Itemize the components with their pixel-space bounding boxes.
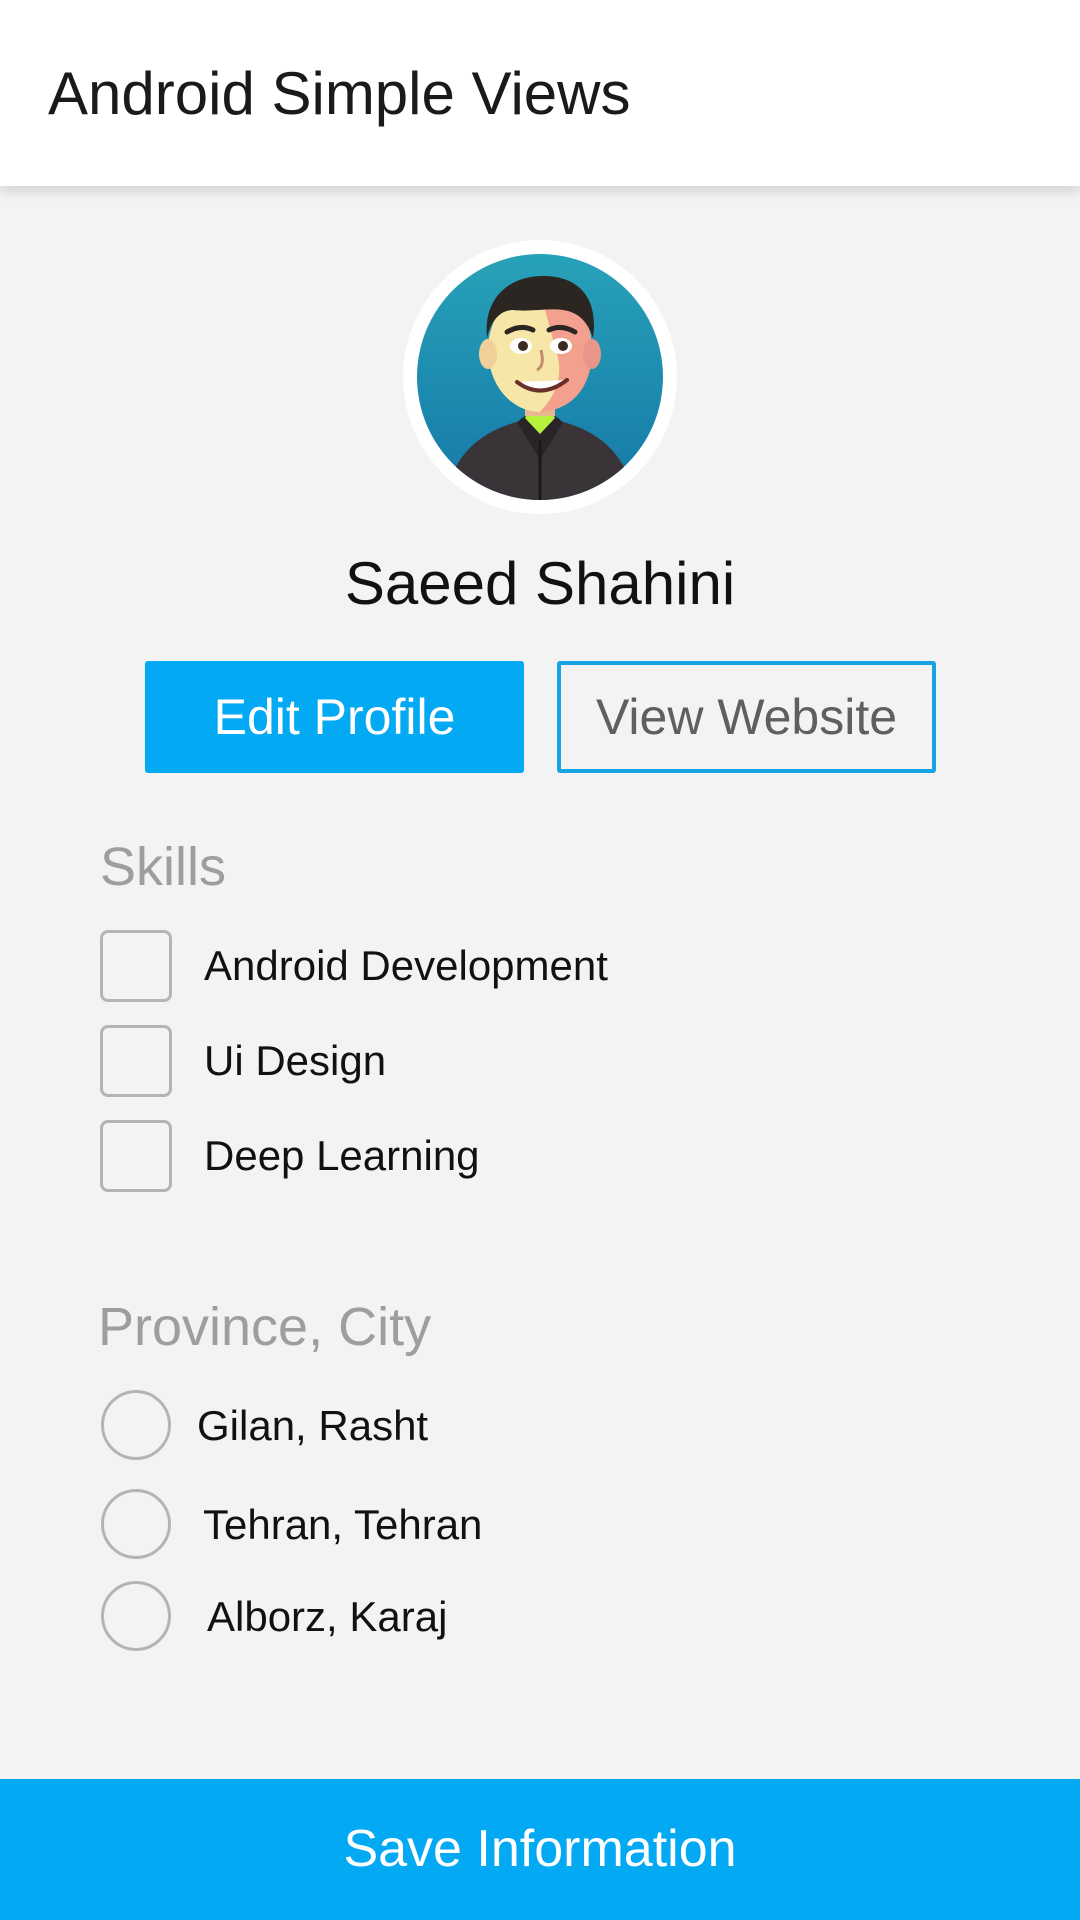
radio-button[interactable] [101, 1390, 171, 1460]
app-toolbar: Android Simple Views [0, 0, 1080, 186]
avatar [417, 254, 663, 500]
checkbox[interactable] [100, 1120, 172, 1192]
radio-button[interactable] [101, 1581, 171, 1651]
view-website-button[interactable]: View Website [557, 661, 936, 773]
location-radio-row[interactable]: Gilan, Rasht [101, 1390, 901, 1462]
radio-label: Alborz, Karaj [207, 1593, 448, 1640]
skill-checkbox-row[interactable]: Ui Design [100, 1025, 900, 1097]
province-section-title: Province, City [98, 1297, 432, 1357]
skill-checkbox-row[interactable]: Deep Learning [100, 1120, 900, 1192]
radio-button[interactable] [101, 1489, 171, 1559]
avatar-frame [403, 240, 677, 514]
checkbox[interactable] [100, 1025, 172, 1097]
radio-label: Gilan, Rasht [197, 1402, 429, 1449]
save-information-button[interactable]: Save Information [0, 1779, 1080, 1920]
cartoon-avatar-icon [417, 254, 663, 500]
skill-checkbox-row[interactable]: Android Development [100, 930, 900, 1002]
app-screen: Android Simple Views Saeed Shahini Edit … [0, 0, 1080, 1920]
skills-section-title: Skills [100, 837, 227, 897]
profile-name: Saeed Shahini [344, 550, 736, 617]
location-radio-row[interactable]: Alborz, Karaj [101, 1581, 901, 1653]
location-radio-row[interactable]: Tehran, Tehran [101, 1489, 901, 1561]
checkbox-label: Ui Design [204, 1037, 387, 1084]
radio-label: Tehran, Tehran [203, 1501, 483, 1548]
checkbox-label: Android Development [204, 942, 608, 989]
edit-profile-button[interactable]: Edit Profile [145, 661, 524, 773]
checkbox[interactable] [100, 930, 172, 1002]
checkbox-label: Deep Learning [204, 1132, 480, 1179]
toolbar-title: Android Simple Views [48, 60, 631, 127]
